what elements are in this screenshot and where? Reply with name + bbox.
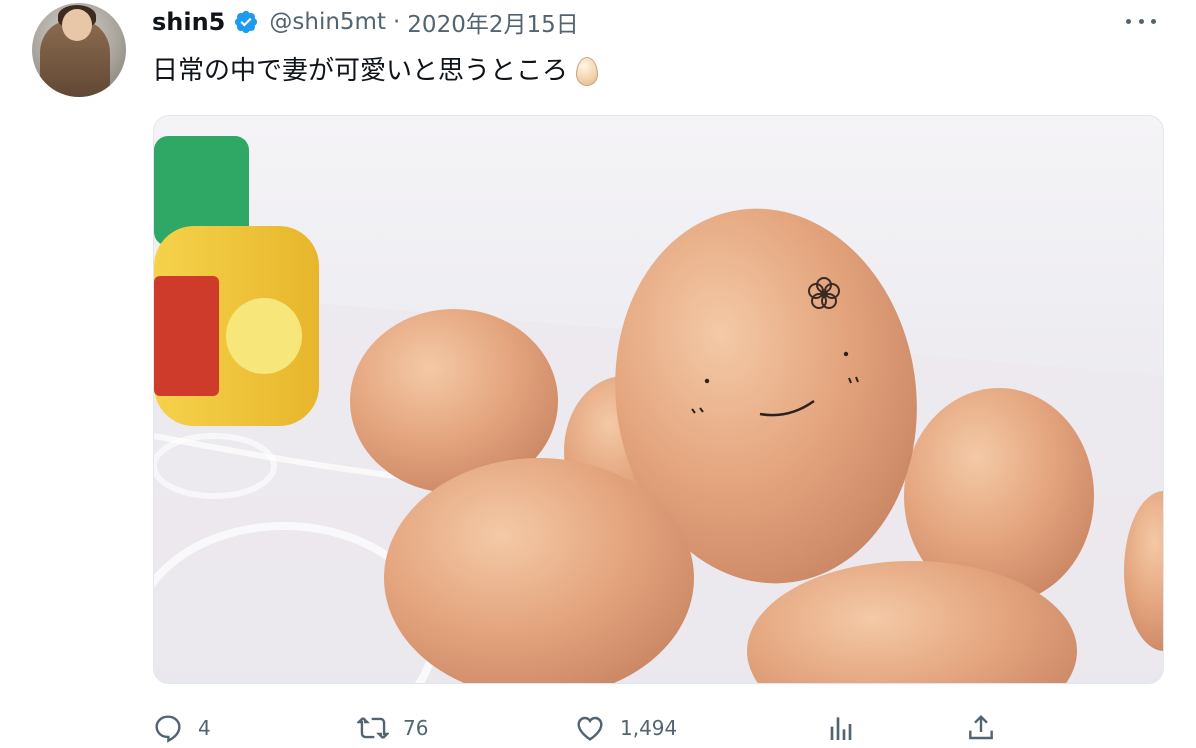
display-name[interactable]: shin5 <box>152 8 225 36</box>
eggs-photo-illustration <box>154 116 1163 683</box>
tweet-header: shin5 @shin5mt · 2020年2月15日 <box>152 4 579 40</box>
like-button[interactable]: 1,494 <box>574 708 677 748</box>
retweet-count: 76 <box>403 716 429 740</box>
tweet-date[interactable]: 2020年2月15日 <box>407 5 578 39</box>
reply-button[interactable]: 4 <box>152 708 211 748</box>
separator-dot: · <box>392 9 401 35</box>
share-button[interactable] <box>965 708 997 748</box>
tweet-text: 日常の中で妻が可愛いと思うところ <box>152 54 599 88</box>
tweet-body: 日常の中で妻が可愛いと思うところ <box>152 56 569 86</box>
avatar[interactable] <box>32 3 126 97</box>
avatar-head <box>62 9 92 41</box>
share-icon <box>969 714 993 740</box>
user-handle[interactable]: @shin5mt <box>269 9 386 35</box>
like-count: 1,494 <box>620 716 678 740</box>
tweet-actions: 4 76 1,494 <box>152 708 1012 748</box>
analytics-button[interactable] <box>824 708 856 748</box>
analytics-icon <box>830 717 852 740</box>
reply-icon <box>155 715 181 743</box>
more-icon[interactable] <box>1126 14 1156 28</box>
tweet-photo[interactable] <box>153 115 1164 684</box>
verified-badge-icon <box>233 9 259 35</box>
reply-count: 4 <box>198 716 211 740</box>
heart-icon <box>577 716 603 741</box>
retweet-button[interactable]: 76 <box>357 708 428 748</box>
retweet-icon <box>357 717 389 739</box>
egg-icon <box>576 56 599 86</box>
